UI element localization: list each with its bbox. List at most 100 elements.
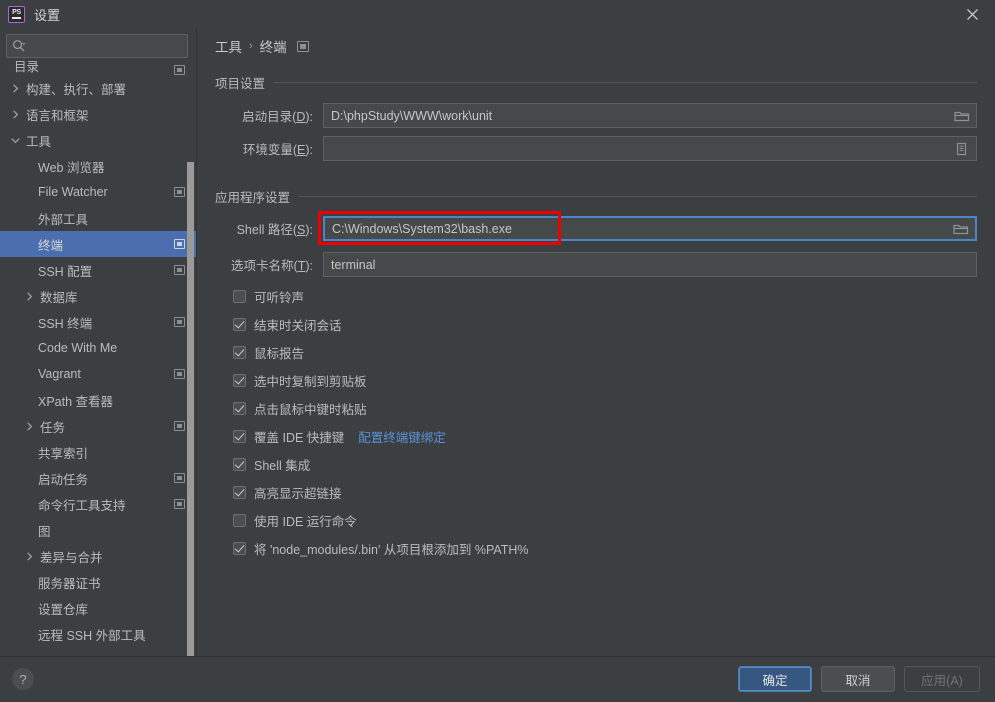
- sidebar-item-22[interactable]: 远程 SSH 外部工具: [0, 621, 197, 647]
- checkbox-row-3[interactable]: 选中时复制到剪贴板: [233, 370, 367, 390]
- app-logo-icon: PS: [8, 5, 25, 23]
- sidebar-item-12[interactable]: Vagrant: [0, 361, 197, 387]
- sidebar-item-21[interactable]: 设置仓库: [0, 595, 197, 621]
- chevron-right-icon[interactable]: [10, 109, 21, 120]
- project-scope-icon: [174, 421, 185, 431]
- checkbox-label: 使用 IDE 运行命令: [254, 514, 357, 529]
- sidebar-item-8[interactable]: SSH 配置: [0, 257, 197, 283]
- search-icon: [12, 39, 26, 53]
- sidebar-item-label: 启动任务: [38, 472, 89, 487]
- start-directory-label: 启动目录(D):: [242, 110, 313, 124]
- sidebar-item-13[interactable]: XPath 查看器: [0, 387, 197, 413]
- checkbox-row-2[interactable]: 鼠标报告: [233, 342, 304, 362]
- sidebar-item-17[interactable]: 命令行工具支持: [0, 491, 197, 517]
- sidebar-item-1[interactable]: 构建、执行、部署: [0, 75, 197, 101]
- checkbox-row-0[interactable]: 可听铃声: [233, 286, 304, 306]
- breadcrumb: 工具 › 终端: [215, 36, 309, 56]
- checkbox-checked-icon[interactable]: [233, 345, 246, 359]
- shell-path-label: Shell 路径(S):: [236, 223, 313, 237]
- sidebar-item-label: 共享索引: [38, 446, 89, 461]
- sidebar-item-7[interactable]: 终端: [0, 231, 197, 257]
- sidebar-item-15[interactable]: 共享索引: [0, 439, 197, 465]
- sidebar-item-16[interactable]: 启动任务: [0, 465, 197, 491]
- checkbox-unchecked-icon[interactable]: [233, 289, 246, 303]
- settings-tree[interactable]: 目录 构建、执行、部署 语言和框架工具 Web 浏览器 File Watcher 外部工具…: [0, 61, 197, 656]
- checkbox-row-7[interactable]: 高亮显示超链接: [233, 482, 342, 502]
- tab-name-value: terminal: [331, 257, 376, 272]
- help-icon[interactable]: ?: [12, 668, 34, 690]
- sidebar-item-label: 数据库: [40, 290, 78, 305]
- project-scope-icon: [174, 187, 185, 197]
- sidebar-item-0[interactable]: 目录: [0, 61, 197, 75]
- project-scope-icon: [296, 40, 309, 52]
- project-scope-icon: [174, 369, 185, 379]
- sidebar-item-label: 工具: [26, 134, 52, 149]
- search-input[interactable]: [26, 39, 189, 53]
- shell-path-value: C:\Windows\System32\bash.exe: [332, 221, 512, 236]
- chevron-right-icon[interactable]: [24, 291, 35, 302]
- environment-variables-input[interactable]: [323, 136, 977, 161]
- start-directory-input[interactable]: D:\phpStudy\WWW\work\unit: [323, 103, 977, 128]
- checkbox-row-1[interactable]: 结束时关闭会话: [233, 314, 342, 334]
- configure-terminal-keybindings-link[interactable]: 配置终端键绑定: [358, 427, 446, 446]
- checkbox-row-4[interactable]: 点击鼠标中键时粘贴: [233, 398, 367, 418]
- cancel-button[interactable]: 取消: [821, 666, 895, 692]
- checkbox-checked-icon[interactable]: [233, 401, 246, 415]
- checkbox-checked-icon[interactable]: [233, 317, 246, 331]
- chevron-right-icon[interactable]: [24, 551, 35, 562]
- sidebar-scrollbar[interactable]: [187, 162, 194, 656]
- checkbox-unchecked-icon[interactable]: [233, 513, 246, 527]
- checkbox-label: 可听铃声: [254, 290, 305, 305]
- sidebar-item-19[interactable]: 差异与合并: [0, 543, 197, 569]
- search-box[interactable]: [6, 34, 189, 58]
- ok-button[interactable]: 确定: [738, 666, 812, 692]
- breadcrumb-root[interactable]: 工具: [215, 36, 242, 56]
- checkbox-checked-icon[interactable]: [233, 541, 246, 555]
- chevron-right-icon[interactable]: [24, 421, 35, 432]
- start-directory-value: D:\phpStudy\WWW\work\unit: [331, 108, 493, 123]
- sidebar-item-label: 服务器证书: [38, 576, 101, 591]
- close-icon[interactable]: [949, 0, 995, 28]
- dialog-footer: ? 确定 取消 应用(A): [0, 656, 995, 702]
- sidebar-item-6[interactable]: 外部工具: [0, 205, 197, 231]
- sidebar-item-9[interactable]: 数据库: [0, 283, 197, 309]
- sidebar-item-20[interactable]: 服务器证书: [0, 569, 197, 595]
- project-scope-icon: [174, 317, 185, 327]
- sidebar-item-label: 任务: [40, 420, 66, 435]
- settings-main-panel: 工具 › 终端 项目设置 启动目录(D): D:\phpStudy\WWW\wo…: [197, 28, 995, 656]
- apply-button[interactable]: 应用(A): [904, 666, 980, 692]
- environment-variables-label: 环境变量(E):: [242, 143, 313, 157]
- project-scope-icon: [174, 265, 185, 275]
- tab-name-label: 选项卡名称(T):: [231, 259, 313, 273]
- app-logo-text: PS: [12, 9, 21, 16]
- sidebar-item-10[interactable]: SSH 终端: [0, 309, 197, 335]
- tab-name-input[interactable]: terminal: [323, 252, 977, 277]
- checkbox-checked-icon[interactable]: [233, 429, 246, 443]
- shell-path-field-row: Shell 路径(S): C:\Windows\System32\bash.ex…: [215, 216, 977, 241]
- sidebar-item-11[interactable]: Code With Me: [0, 335, 197, 361]
- window-title: 设置: [34, 7, 61, 23]
- start-directory-field-row: 启动目录(D): D:\phpStudy\WWW\work\unit: [215, 103, 977, 128]
- sidebar-item-18[interactable]: 图: [0, 517, 197, 543]
- chevron-right-icon[interactable]: [10, 83, 21, 94]
- sidebar-item-14[interactable]: 任务: [0, 413, 197, 439]
- checkbox-row-8[interactable]: 使用 IDE 运行命令: [233, 510, 357, 530]
- checkbox-row-6[interactable]: Shell 集成: [233, 454, 310, 474]
- checkbox-checked-icon[interactable]: [233, 373, 246, 387]
- checkbox-checked-icon[interactable]: [233, 457, 246, 471]
- checkbox-row-5[interactable]: 覆盖 IDE 快捷键 配置终端键绑定: [233, 426, 446, 446]
- sidebar-item-label: 远程 SSH 外部工具: [38, 628, 146, 643]
- checkbox-checked-icon[interactable]: [233, 485, 246, 499]
- checkbox-row-9[interactable]: 将 'node_modules/.bin' 从项目根添加到 %PATH%: [233, 538, 529, 558]
- sidebar-item-2[interactable]: 语言和框架: [0, 101, 197, 127]
- chevron-down-icon[interactable]: [10, 135, 21, 146]
- sidebar-item-4[interactable]: Web 浏览器: [0, 153, 197, 179]
- sidebar-item-5[interactable]: File Watcher: [0, 179, 197, 205]
- folder-icon[interactable]: [954, 109, 970, 123]
- shell-path-input[interactable]: C:\Windows\System32\bash.exe: [323, 216, 977, 241]
- sidebar-item-label: 外部工具: [38, 212, 89, 227]
- sidebar-item-3[interactable]: 工具: [0, 127, 197, 153]
- application-settings-title: 应用程序设置: [215, 190, 291, 205]
- document-icon[interactable]: [954, 142, 970, 156]
- folder-icon[interactable]: [953, 222, 969, 236]
